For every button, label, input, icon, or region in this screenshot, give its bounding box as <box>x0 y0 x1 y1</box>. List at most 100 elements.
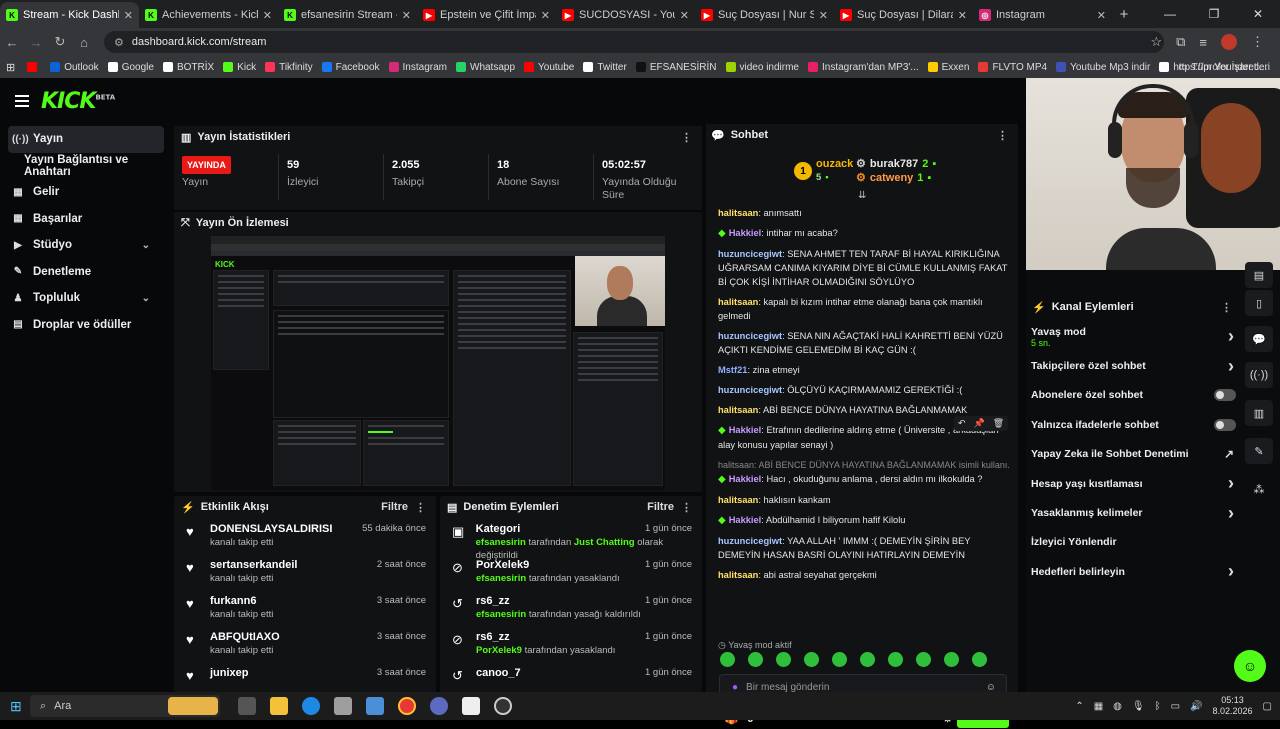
bookmark-item[interactable]: Whatsapp <box>456 62 515 73</box>
network-icon[interactable]: ▭ <box>1171 701 1180 712</box>
channel-action-item[interactable]: Abonelere özel sohbet <box>1026 381 1242 410</box>
sidebar-item[interactable]: ▦ Gelir <box>0 179 164 206</box>
bookmark-item[interactable]: Youtube Mp3 indir <box>1056 62 1150 73</box>
sidebar-item[interactable]: ✎ Denetleme <box>0 259 164 286</box>
moderation-target[interactable]: PorXelek9 <box>476 558 620 572</box>
sidebar-item[interactable]: ▤ Droplar ve ödüller <box>0 312 164 339</box>
tab-close-icon[interactable]: ✕ <box>680 9 689 22</box>
chat-username[interactable]: Hakkiel <box>729 474 762 484</box>
chat-username[interactable]: huzuncicegiwt <box>718 249 782 259</box>
taskbar-search[interactable]: ⌕ Ara <box>30 695 220 717</box>
bookmark-item[interactable]: Instagram'dan MP3'... <box>808 62 919 73</box>
chat-username[interactable]: Hakkiel <box>729 425 762 435</box>
profile-avatar[interactable] <box>1221 34 1237 50</box>
bookmark-item[interactable]: Outlook <box>50 62 99 73</box>
bookmark-item[interactable]: Twitter <box>583 62 627 73</box>
tab-close-icon[interactable]: ✕ <box>263 9 272 22</box>
channel-action-item[interactable]: Takipçilere özel sohbet › <box>1026 351 1242 380</box>
activity-user[interactable]: junixep <box>210 666 249 680</box>
browser-tab[interactable]: Kefsanesirin Stream - Watc ✕ <box>278 2 417 28</box>
sidebar-item[interactable]: ▶ Stüdyo ⌄ <box>0 232 164 259</box>
browser-tab[interactable]: K Achievements - Kick Da ✕ <box>139 2 278 28</box>
emoji-icon[interactable]: ☺ <box>986 682 996 693</box>
bookmark-item[interactable]: Facebook <box>321 62 380 73</box>
emote-icon[interactable] <box>860 652 875 667</box>
chat-username[interactable]: huzuncicegiwt <box>718 536 782 546</box>
bookmark-item[interactable]: EFSANESİRİN <box>635 62 717 73</box>
browser-tab[interactable]: ▶ Suç Dosyası | Nur Sena D ✕ <box>695 2 834 28</box>
emote-icon[interactable] <box>804 652 819 667</box>
activity-user[interactable]: sertanserkandeil <box>210 558 297 572</box>
tab-close-icon[interactable]: ✕ <box>958 9 967 22</box>
volume-icon[interactable]: 🔊 <box>1190 701 1202 712</box>
app-icon[interactable] <box>334 697 352 715</box>
mic-icon[interactable]: ● <box>732 682 738 693</box>
sidebar-item[interactable]: ♟ Topluluk ⌄ <box>0 285 164 312</box>
moderation-actor[interactable]: efsanesirin <box>476 609 526 620</box>
bookmark-item[interactable]: video indirme <box>725 62 799 73</box>
emote-icon[interactable] <box>720 652 735 667</box>
browser-tab[interactable]: ◎ Instagram ✕ <box>973 2 1112 28</box>
activity-user[interactable]: furkann6 <box>210 594 273 608</box>
chat-username[interactable]: halitsaan <box>718 570 758 580</box>
home-icon[interactable]: ⌂ <box>72 35 96 50</box>
bookmark-item[interactable]: Google <box>107 62 154 73</box>
chat-username[interactable]: Hakkiel <box>729 515 762 525</box>
moderation-target[interactable]: rs6_zz <box>476 594 641 608</box>
bluetooth-icon[interactable]: ᛒ <box>1155 701 1161 712</box>
emote-icon[interactable] <box>972 652 987 667</box>
channel-action-item[interactable]: Hesap yaşı kısıtlaması › <box>1026 469 1242 498</box>
bookmark-item[interactable]: FLVTO MP4 <box>978 62 1047 73</box>
moderation-more-icon[interactable]: ⋮ <box>681 501 692 514</box>
back-icon[interactable]: ← <box>0 35 24 50</box>
apps-icon[interactable]: ⊞ <box>6 61 15 74</box>
menu-icon[interactable]: ⋮ <box>1251 34 1264 50</box>
channel-action-item[interactable]: İzleyici Yönlendir <box>1026 528 1242 557</box>
chrome-icon[interactable] <box>398 697 416 715</box>
pin-icon[interactable]: 📌 <box>974 418 985 429</box>
chat-username[interactable]: Hakkiel <box>729 228 762 238</box>
chat-username[interactable]: halitsaan <box>718 208 758 218</box>
bookmark-item[interactable]: BOTRİX <box>162 62 214 73</box>
site-info-icon[interactable]: ⚙ <box>114 36 124 49</box>
channel-action-item[interactable]: Yavaş mod 5 sn. › <box>1026 322 1242 351</box>
moderation-target[interactable]: rs6_zz <box>476 630 615 644</box>
media-icon[interactable]: ≡ <box>1199 35 1207 50</box>
activity-user[interactable]: ABFQUtIAXO <box>210 630 280 644</box>
emote-icon[interactable] <box>888 652 903 667</box>
emote-icon[interactable] <box>748 652 763 667</box>
top-chatter-2[interactable]: ⚙ burak787 2 ▪ <box>856 157 936 171</box>
bookmark-item[interactable]: Tikfinity <box>265 62 313 73</box>
activity-user[interactable]: DONENSLAYSALDIRISI <box>210 522 332 536</box>
tool-button-chat[interactable]: 💬 <box>1245 326 1273 352</box>
chat-username[interactable]: Mstf21 <box>718 365 747 375</box>
chat-username[interactable]: halitsaan <box>718 297 758 307</box>
mic-tray-icon[interactable]: 🎙 <box>1132 701 1145 712</box>
toggle-switch[interactable] <box>1214 389 1236 402</box>
bookmark-star-icon[interactable]: ☆ <box>1150 34 1162 50</box>
sidebar-item[interactable]: ▦ Başarılar <box>0 206 164 233</box>
bookmark-item[interactable]: Instagram <box>388 62 447 73</box>
activity-more-icon[interactable]: ⋮ <box>415 501 426 514</box>
close-window-button[interactable]: ✕ <box>1236 0 1280 28</box>
sidebar-item[interactable]: Yayın Bağlantısı ve Anahtarı <box>0 153 164 180</box>
channel-action-item[interactable]: Yapay Zeka ile Sohbet Denetimi ↗ <box>1026 440 1242 469</box>
tab-close-icon[interactable]: ✕ <box>819 9 828 22</box>
tool-button-wrench[interactable]: ✎ <box>1245 438 1273 464</box>
moderation-actor[interactable]: efsanesirin <box>476 537 526 548</box>
bookmark-item[interactable]: Youtube <box>524 62 574 73</box>
activity-filter-button[interactable]: Filtre <box>381 501 408 513</box>
channel-actions-more-icon[interactable]: ⋮ <box>1221 301 1232 314</box>
browser-tab[interactable]: ▶ SUCDOSYASI - YouTube ✕ <box>556 2 695 28</box>
task-view-icon[interactable] <box>238 697 256 715</box>
channel-action-item[interactable]: Yasaklanmış kelimeler › <box>1026 498 1242 527</box>
tool-button-share[interactable]: ⁂ <box>1245 476 1273 502</box>
delete-icon[interactable]: 🗑 <box>993 418 1004 429</box>
obs-icon[interactable] <box>430 697 448 715</box>
reply-icon[interactable]: ↶ <box>958 418 966 429</box>
tab-close-icon[interactable]: ✕ <box>124 9 133 22</box>
chat-username[interactable]: huzuncicegiwt <box>718 331 782 341</box>
top-chatter-1[interactable]: ouzack <box>816 158 853 170</box>
top-chatter-3[interactable]: ⚙ catweny 1 ▪ <box>856 171 931 185</box>
chat-username[interactable]: halitsaan <box>718 495 758 505</box>
